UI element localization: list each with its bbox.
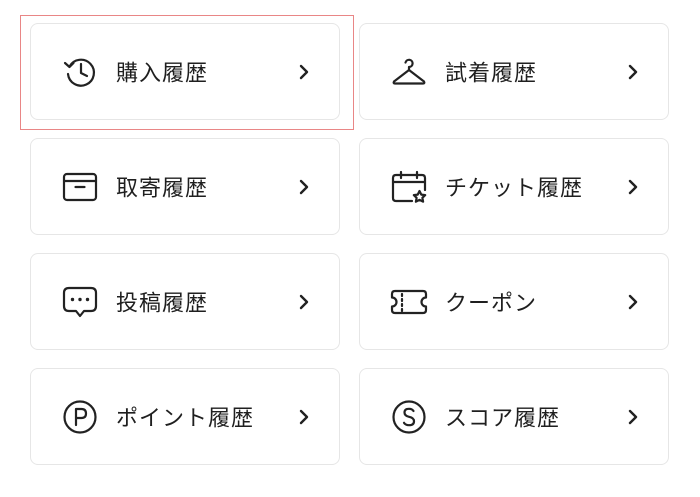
menu-item-label: クーポン (445, 290, 538, 316)
menu-item-point-history[interactable]: ポイント履歴 (30, 368, 340, 465)
menu-item-label: 購入履歴 (116, 60, 209, 86)
chevron-right-icon (297, 178, 311, 196)
menu-item-ticket-history[interactable]: チケット履歴 (359, 138, 669, 235)
menu-item-purchase-history[interactable]: 購入履歴 (30, 23, 340, 120)
menu-item-label: ポイント履歴 (116, 405, 255, 431)
hanger-icon (390, 53, 428, 91)
menu-item-label: 試着履歴 (445, 60, 538, 86)
menu-item-order-history[interactable]: 取寄履歴 (30, 138, 340, 235)
calendar-star-icon (390, 168, 428, 206)
chevron-right-icon (626, 293, 640, 311)
chevron-right-icon (297, 293, 311, 311)
menu-item-label: スコア履歴 (445, 405, 561, 431)
menu-item-post-history[interactable]: 投稿履歴 (30, 253, 340, 350)
history-clock-icon (61, 53, 99, 91)
menu-item-score-history[interactable]: スコア履歴 (359, 368, 669, 465)
speech-bubble-icon (61, 283, 99, 321)
point-p-circle-icon (61, 398, 99, 436)
chevron-right-icon (626, 408, 640, 426)
coupon-ticket-icon (390, 283, 428, 321)
menu-item-label: 投稿履歴 (116, 290, 209, 316)
menu-item-try-on-history[interactable]: 試着履歴 (359, 23, 669, 120)
menu-item-coupon[interactable]: クーポン (359, 253, 669, 350)
chevron-right-icon (626, 63, 640, 81)
chevron-right-icon (297, 408, 311, 426)
chevron-right-icon (626, 178, 640, 196)
menu-item-label: 取寄履歴 (116, 175, 209, 201)
menu-item-label: チケット履歴 (445, 175, 584, 201)
chevron-right-icon (297, 63, 311, 81)
box-icon (61, 168, 99, 206)
score-s-circle-icon (390, 398, 428, 436)
